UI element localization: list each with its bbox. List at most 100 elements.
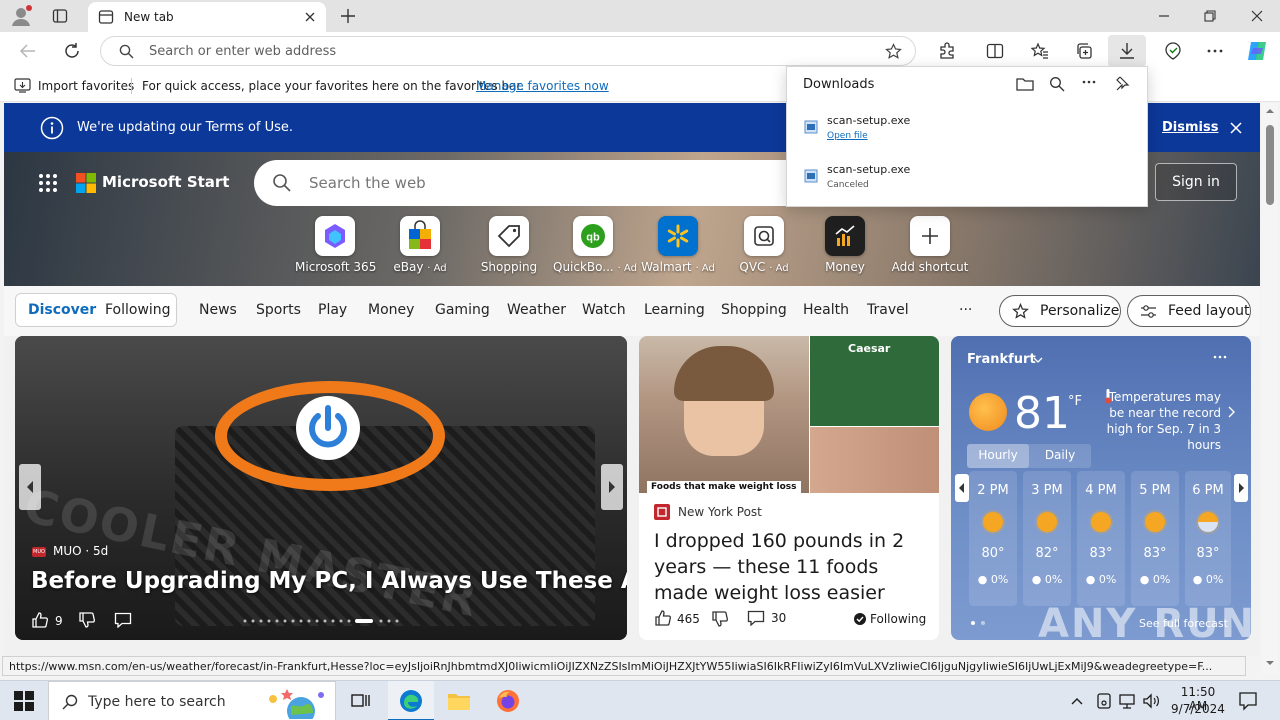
chevron-right-icon[interactable] (1227, 406, 1235, 418)
shortcut-money[interactable]: Money (805, 216, 885, 274)
like-icon[interactable] (31, 611, 49, 629)
favorites-icon[interactable] (1031, 42, 1049, 60)
show-hidden-icons-icon[interactable] (1070, 695, 1084, 707)
scroll-thumb[interactable] (1266, 125, 1274, 205)
nav-sports[interactable]: Sports (256, 302, 301, 318)
close-tab-icon[interactable] (304, 11, 316, 23)
firefox-icon[interactable] (496, 689, 520, 713)
downloads-button[interactable] (1108, 35, 1146, 67)
file-explorer-icon[interactable] (447, 690, 471, 712)
pin-icon[interactable] (1114, 75, 1130, 91)
anyrun-watermark: ANY RUN (1038, 601, 1257, 647)
shortcut-add[interactable]: Add shortcut (890, 216, 970, 274)
restore-icon[interactable] (1204, 10, 1216, 22)
favorite-star-icon[interactable] (885, 43, 902, 60)
taskbar-search-box[interactable]: Type here to search (48, 681, 336, 720)
news-article-card[interactable]: Caesar Foods that make weight loss New Y… (639, 336, 939, 640)
nav-travel[interactable]: Travel (867, 302, 909, 318)
dislike-icon[interactable] (711, 610, 729, 628)
tab-daily[interactable]: Daily (1029, 444, 1091, 468)
comment-icon[interactable] (747, 610, 765, 626)
like-icon[interactable] (654, 609, 672, 627)
current-temperature: 81 (1014, 388, 1070, 439)
forecast-prev-button[interactable] (955, 474, 969, 502)
nav-money[interactable]: Money (368, 302, 414, 318)
personalize-button[interactable]: Personalize (999, 295, 1121, 327)
tab-discover[interactable]: Discover (28, 302, 96, 318)
weather-card[interactable]: Frankfurt 81 °F Temperatures may be near… (951, 336, 1251, 640)
vertical-scrollbar[interactable] (1262, 103, 1278, 674)
scroll-up-icon[interactable] (1266, 107, 1274, 115)
sign-in-button[interactable]: Sign in (1155, 163, 1237, 201)
ebay-bag-icon (400, 216, 440, 256)
import-favorites-button[interactable]: Import favorites (38, 79, 134, 93)
news-headline[interactable]: I dropped 160 pounds in 2 years — these … (654, 528, 929, 606)
manage-favorites-link[interactable]: Manage favorites now (476, 79, 609, 93)
shortcut-microsoft-365[interactable]: Microsoft 365 (295, 216, 376, 274)
scroll-down-icon[interactable] (1266, 659, 1274, 667)
shortcut-ebay[interactable]: eBay · Ad (380, 216, 460, 274)
device-icon[interactable] (1096, 692, 1112, 710)
open-folder-icon[interactable] (1016, 76, 1034, 92)
extensions-icon[interactable] (938, 42, 956, 60)
tab-hourly[interactable]: Hourly (967, 444, 1029, 468)
taskbar-edge-app[interactable] (388, 681, 434, 720)
browser-essentials-icon[interactable] (1163, 42, 1183, 60)
following-label[interactable]: Following (870, 612, 926, 626)
dislike-icon[interactable] (78, 611, 96, 629)
notifications-icon[interactable] (1238, 691, 1258, 711)
app-launcher-icon[interactable] (38, 173, 58, 193)
downloads-more-icon[interactable] (1082, 79, 1096, 85)
tab-actions-icon[interactable] (52, 8, 68, 24)
forecast-next-button[interactable] (1234, 474, 1248, 502)
tab-title: New tab (124, 10, 174, 24)
close-notice-icon[interactable] (1230, 122, 1242, 134)
article-headline[interactable]: Before Upgrading My PC, I Always Use The… (31, 568, 627, 594)
task-view-icon[interactable] (350, 691, 370, 711)
collections-icon[interactable] (1075, 42, 1093, 60)
feed-layout-button[interactable]: Feed layout (1127, 295, 1251, 327)
main-article-card[interactable]: COOLER MASTER MUO MUO · 5d Before Upgrad… (15, 336, 627, 640)
more-options-icon[interactable] (1206, 42, 1224, 60)
search-downloads-icon[interactable] (1049, 76, 1065, 92)
close-window-icon[interactable] (1251, 10, 1263, 22)
profile-icon[interactable] (10, 5, 32, 27)
shortcut-quickbooks[interactable]: qb QuickBo... · Ad (553, 216, 637, 274)
carousel-next-button[interactable] (601, 464, 623, 510)
status-url-bar: https://www.msn.com/en-us/weather/foreca… (2, 656, 1246, 676)
address-bar[interactable]: Search or enter web address (100, 36, 916, 66)
weather-city[interactable]: Frankfurt (967, 352, 1036, 367)
volume-icon[interactable] (1142, 692, 1160, 710)
tab-new-tab[interactable]: New tab (88, 2, 326, 32)
copilot-icon[interactable] (1245, 39, 1269, 63)
tab-following[interactable]: Following (105, 302, 171, 318)
refresh-icon[interactable] (63, 42, 81, 60)
weather-alert[interactable]: Temperatures may be near the record high… (1091, 389, 1221, 453)
nav-weather[interactable]: Weather (507, 302, 566, 318)
comment-icon[interactable] (114, 612, 132, 628)
nav-news[interactable]: News (199, 302, 237, 318)
open-file-link[interactable]: Open file (827, 131, 868, 141)
weather-more-icon[interactable] (1213, 354, 1227, 360)
new-tab-plus-icon[interactable] (340, 8, 356, 24)
windows-start-icon[interactable] (14, 691, 34, 711)
network-icon[interactable] (1118, 692, 1136, 710)
minimize-icon[interactable] (1158, 10, 1170, 22)
shortcut-qvc[interactable]: QVC · Ad (724, 216, 804, 274)
dismiss-link[interactable]: Dismiss (1162, 120, 1218, 135)
web-search-box[interactable]: Search the web (254, 160, 814, 206)
shortcut-shopping[interactable]: Shopping (469, 216, 549, 274)
chevron-down-icon[interactable] (1033, 356, 1043, 364)
nav-shopping[interactable]: Shopping (721, 302, 787, 318)
carousel-prev-button[interactable] (19, 464, 41, 510)
split-screen-icon[interactable] (986, 42, 1004, 60)
nav-learning[interactable]: Learning (644, 302, 705, 318)
nav-play[interactable]: Play (318, 302, 347, 318)
nav-health[interactable]: Health (803, 302, 849, 318)
back-arrow-icon[interactable] (19, 42, 37, 60)
nav-gaming[interactable]: Gaming (435, 302, 490, 318)
nav-watch[interactable]: Watch (582, 302, 626, 318)
nav-more[interactable]: ··· (959, 302, 972, 318)
shortcut-walmart[interactable]: Walmart · Ad (638, 216, 718, 274)
clock-date[interactable]: 9/7/2024 (1170, 702, 1226, 716)
